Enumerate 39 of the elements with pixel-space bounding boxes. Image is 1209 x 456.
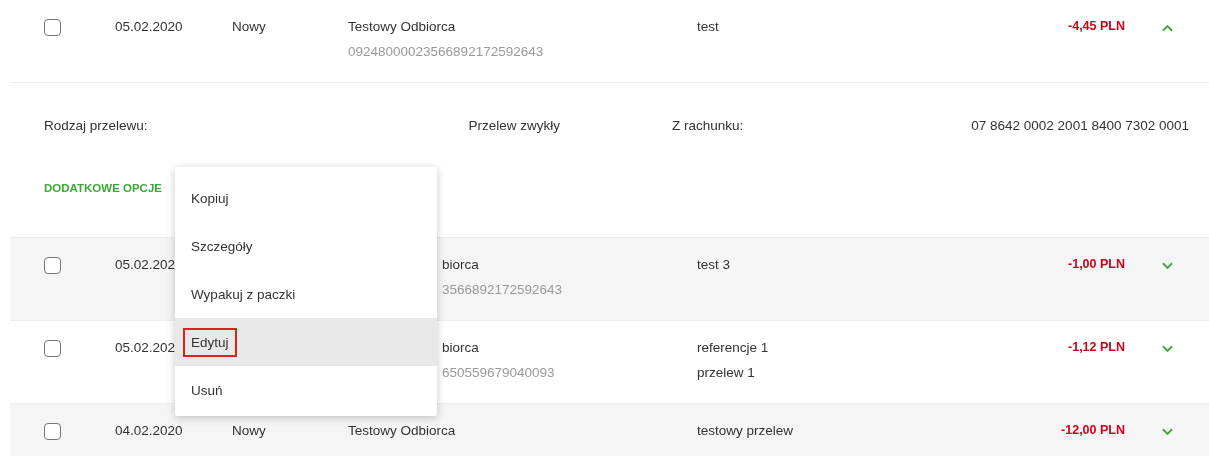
recipient-name: biorca [442, 256, 479, 273]
menu-item[interactable]: Wypakuj z paczki [175, 270, 437, 318]
menu-item[interactable]: Kopiuj [175, 174, 437, 222]
chevron-down-icon[interactable] [1161, 428, 1173, 436]
date-text: 04.02.2020 [115, 422, 183, 439]
date-text: 05.02.202 [115, 256, 176, 273]
status-text: Nowy [232, 422, 266, 439]
date-text: 05.02.202 [115, 339, 176, 356]
account-number: 09248000023566892172592643 [348, 43, 544, 60]
transfer-title: przelew 1 [697, 364, 755, 381]
status-text: Nowy [232, 18, 266, 35]
date-text: 05.02.2020 [115, 18, 183, 35]
transfer-title: referencje 1 [697, 339, 769, 356]
checkbox[interactable] [44, 340, 61, 357]
field-value: 07 8642 0002 2001 8400 7302 0001 [970, 117, 1189, 134]
menu-item[interactable]: Edytuj [175, 318, 437, 366]
amount-text: -1,12 PLN [1068, 339, 1125, 356]
chevron-up-icon[interactable] [1161, 24, 1173, 32]
checkbox[interactable] [44, 257, 61, 274]
field-label: Z rachunku: [671, 117, 745, 134]
menu-item[interactable]: Usuń [175, 366, 437, 414]
transfer-title: test [697, 18, 719, 35]
recipient-name: Testowy Odbiorca [348, 18, 456, 35]
recipient-name: biorca [442, 339, 479, 356]
field-label: Rodzaj przelewu: [44, 117, 149, 134]
field-value: Przelew zwykły [467, 117, 560, 134]
checkbox[interactable] [44, 19, 61, 36]
transfer-title: testowy przelew [697, 422, 794, 439]
menu-item[interactable]: Szczegóły [175, 222, 437, 270]
recipient-name: Testowy Odbiorca [348, 422, 456, 439]
account-number: 650559679040093 [442, 364, 555, 381]
amount-text: -12,00 PLN [1061, 422, 1125, 439]
amount-text: -4,45 PLN [1068, 18, 1125, 35]
checkbox[interactable] [44, 423, 61, 440]
amount-text: -1,00 PLN [1068, 256, 1125, 273]
transfer-title: test 3 [697, 256, 731, 273]
chevron-down-icon[interactable] [1161, 345, 1173, 353]
account-number: 3566892172592643 [442, 281, 563, 298]
chevron-down-icon[interactable] [1161, 262, 1173, 270]
